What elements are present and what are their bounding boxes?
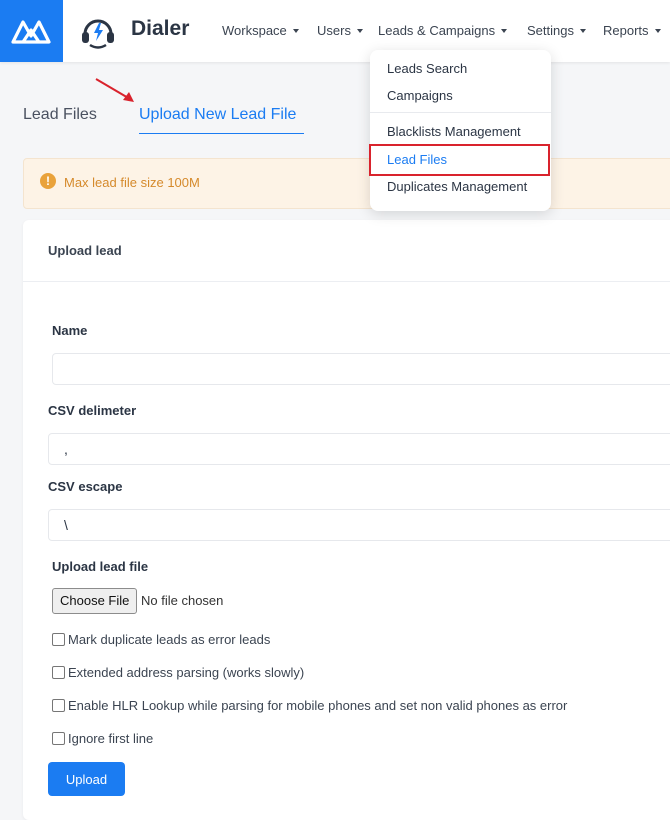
leads-campaigns-dropdown: Leads Search Campaigns Blacklists Manage… [369, 50, 551, 211]
info-circle-icon: ! [40, 173, 56, 189]
nav-settings[interactable]: Settings [527, 23, 586, 38]
app-name: Dialer [131, 17, 190, 40]
caret-down-icon [292, 28, 299, 33]
upload-lead-card: Upload lead Name CSV delimeter CSV escap… [23, 220, 670, 820]
brand-logo-icon [11, 20, 51, 44]
file-size-alert: ! Max lead file size 100M [23, 158, 670, 209]
nav-leads-campaigns[interactable]: Leads & Campaigns [378, 23, 508, 38]
checkbox-box[interactable] [52, 732, 65, 745]
csv-escape-label: CSV escape [48, 479, 123, 494]
upload-button[interactable]: Upload [48, 762, 125, 796]
csv-delimiter-label: CSV delimeter [48, 403, 137, 418]
upload-file-label: Upload lead file [52, 559, 149, 574]
checkbox-label: Extended address parsing (works slowly) [68, 665, 305, 680]
nav-users-label: Users [317, 23, 351, 38]
headset-icon [82, 19, 114, 49]
dropdown-item-blacklists[interactable]: Blacklists Management [387, 124, 521, 139]
nav-users[interactable]: Users [317, 23, 363, 38]
top-navbar: Dialer Workspace Users Leads & Campaigns… [0, 0, 670, 62]
nav-settings-label: Settings [527, 23, 574, 38]
checkbox-box[interactable] [52, 633, 65, 646]
checkbox-label: Enable HLR Lookup while parsing for mobi… [68, 698, 568, 713]
card-divider [23, 281, 670, 282]
caret-down-icon [501, 28, 508, 33]
dropdown-highlight-box [369, 144, 550, 176]
name-input[interactable] [52, 353, 670, 385]
annotation-arrow-icon [95, 78, 134, 102]
checkbox-label: Mark duplicate leads as error leads [68, 632, 271, 647]
alert-text: Max lead file size 100M [64, 175, 200, 190]
dropdown-item-duplicates[interactable]: Duplicates Management [387, 179, 527, 194]
caret-down-icon [579, 28, 586, 33]
brand-logo[interactable] [0, 0, 63, 62]
checkbox-label: Ignore first line [68, 731, 154, 746]
checkbox-box[interactable] [52, 699, 65, 712]
card-title: Upload lead [48, 243, 122, 258]
nav-workspace-label: Workspace [222, 23, 287, 38]
caret-down-icon [654, 28, 661, 33]
file-status: No file chosen [141, 593, 224, 608]
tab-upload-new-lead-file[interactable]: Upload New Lead File [139, 106, 296, 124]
nav-reports-label: Reports [603, 23, 649, 38]
csv-delimiter-input[interactable] [48, 433, 670, 465]
dropdown-item-leads-search[interactable]: Leads Search [387, 61, 467, 76]
name-label: Name [52, 323, 88, 338]
active-tab-indicator [139, 133, 304, 134]
dropdown-divider [370, 112, 551, 113]
caret-down-icon [356, 28, 363, 33]
choose-file-button[interactable]: Choose File [52, 588, 138, 614]
dropdown-item-campaigns[interactable]: Campaigns [387, 88, 453, 103]
csv-escape-input[interactable] [48, 509, 670, 541]
nav-workspace[interactable]: Workspace [222, 23, 299, 38]
tab-lead-files[interactable]: Lead Files [23, 106, 97, 124]
nav-leads-campaigns-label: Leads & Campaigns [378, 23, 496, 38]
nav-reports[interactable]: Reports [603, 23, 661, 38]
checkbox-box[interactable] [52, 666, 65, 679]
